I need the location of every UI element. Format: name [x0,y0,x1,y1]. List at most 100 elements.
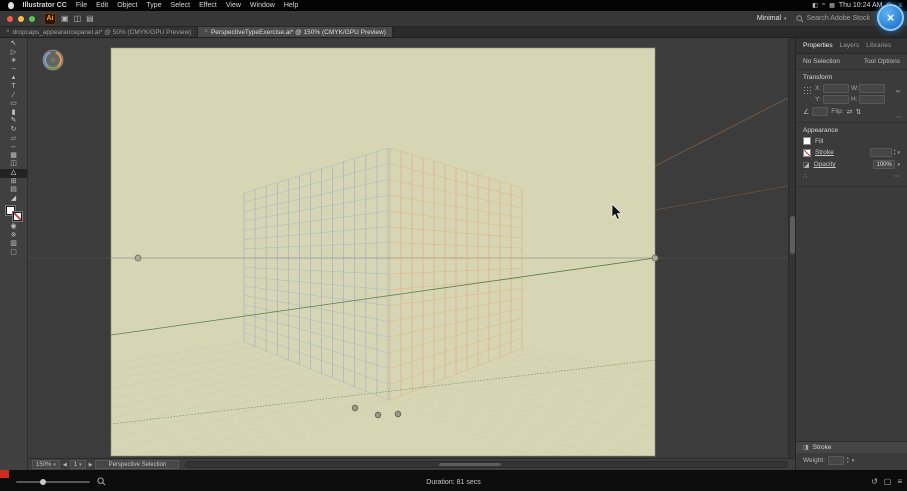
apple-menu-icon[interactable] [8,2,14,9]
appearance-options-icon[interactable]: ∴ [803,172,807,180]
window-zoom-button[interactable] [29,16,35,22]
player-menu-icon[interactable]: ≡ [897,477,902,487]
menubar-status-icon-1[interactable]: ◧ [812,2,818,9]
document-tab-1[interactable]: ×dropcaps_appearancepanel.ai* @ 50% (CMY… [0,27,198,37]
menu-help[interactable]: Help [279,2,302,9]
panel-tab-layers[interactable]: Layers [840,42,860,49]
width-tool[interactable]: ↔ [0,143,27,152]
window-minimize-button[interactable] [18,16,24,22]
appbar-icon-2[interactable]: ◫ [74,14,82,23]
column-graph-tool[interactable]: ▥ [0,240,27,249]
vertical-scroll-thumb[interactable] [790,216,795,254]
appbar-icon-1[interactable]: ▣ [61,14,69,23]
horizontal-scroll-thumb[interactable] [439,463,501,466]
h-field[interactable] [859,95,885,104]
artboard-number-control[interactable]: 1 ▾ [70,460,86,469]
opacity-field[interactable]: 100% [873,160,895,169]
rotate-angle-icon[interactable]: ∠ [803,108,809,116]
stepper-icon[interactable]: ▴▾ [847,457,849,464]
x-field[interactable] [823,84,849,93]
workspace-switcher[interactable]: Minimal ▾ [753,14,791,23]
panel-tab-libraries[interactable]: Libraries [866,42,891,49]
gradient-tool[interactable]: ▤ [0,186,27,195]
magic-wand-tool[interactable]: ∗ [0,57,27,66]
pencil-tool[interactable]: ✎ [0,117,27,126]
link-dimensions-icon[interactable]: ∞ [896,89,900,95]
fill-color-swatch[interactable] [803,137,811,145]
line-segment-tool[interactable]: ∕ [0,92,27,101]
flip-horizontal-icon[interactable]: ⇄ [847,108,853,116]
player-zoom-icon[interactable] [97,477,106,486]
menu-illustrator-cc[interactable]: Illustrator CC [18,2,71,9]
zoom-control[interactable]: 150% ▾ [32,460,60,469]
shape-builder-tool[interactable]: ◫ [0,160,27,169]
menubar-clock[interactable]: Thu 10:24 AM [839,2,883,9]
menu-file[interactable]: File [71,2,91,9]
menu-type[interactable]: Type [142,2,166,9]
selection-tool[interactable]: ↖ [0,40,27,49]
panel-tab-properties[interactable]: Properties [803,42,833,49]
type-tool[interactable]: T [0,83,27,92]
stroke-color-swatch[interactable] [803,149,811,157]
tab-close-icon[interactable]: × [6,29,10,35]
free-transform-tool[interactable]: ▦ [0,152,27,161]
stroke-swatch[interactable] [13,212,22,221]
status-tool-display[interactable]: Perspective Selection [95,460,179,469]
replay-icon[interactable]: ↺ [871,477,878,487]
blend-tool[interactable]: ◉ [0,223,27,232]
flip-vertical-icon[interactable]: ⇅ [855,108,861,116]
rectangle-tool[interactable]: ▭ [0,100,27,109]
menu-window[interactable]: Window [245,2,279,9]
transform-more-options-icon[interactable]: ⋯ [896,114,902,121]
y-field[interactable] [823,95,849,104]
stroke-link[interactable]: Stroke [815,149,834,156]
menubar-status-icon-2[interactable]: ≈ [822,2,825,9]
perspective-selection-tool[interactable]: △ [0,169,27,178]
mesh-tool[interactable]: ⊞ [0,178,27,187]
tool-options-link[interactable]: Tool Options [864,58,900,65]
weight-field[interactable] [828,456,844,465]
paintbrush-tool[interactable]: ▮ [0,109,27,118]
canvas[interactable] [28,38,795,458]
rotate-angle-field[interactable] [812,107,828,116]
chevron-down-icon[interactable]: ▾ [852,458,855,464]
menu-effect[interactable]: Effect [195,2,222,9]
eyedropper-tool[interactable]: ◢ [0,195,27,204]
appbar-icon-3[interactable]: ▤ [86,14,94,23]
pen-tool[interactable]: ▴ [0,74,27,83]
tab-close-icon[interactable]: × [204,29,208,35]
horizontal-scrollbar[interactable] [185,461,788,468]
stock-search[interactable]: Search Adobe Stock [796,15,870,23]
rotate-tool[interactable]: ↻ [0,126,27,135]
chevron-down-icon[interactable]: ▾ [897,162,900,168]
lasso-tool[interactable]: ~ [0,66,27,75]
appearance-more-options-icon[interactable]: ⋯ [894,172,901,180]
next-artboard-button[interactable]: ▶ [89,462,93,468]
opacity-link[interactable]: Opacity [814,161,836,168]
reference-point-locator[interactable] [803,86,812,95]
document-tab-2[interactable]: ×PerspectiveTypeExercise.ai* @ 150% (CMY… [198,27,392,37]
fullscreen-icon[interactable]: ▢ [884,477,892,487]
highlight-close-button[interactable]: × [877,4,904,31]
menu-object[interactable]: Object [113,2,142,9]
playback-slider[interactable] [16,481,90,483]
menubar-status-icon-3[interactable]: ▦ [829,2,835,9]
playback-slider-knob[interactable] [40,479,46,485]
menu-edit[interactable]: Edit [92,2,113,9]
stroke-weight-field[interactable] [870,148,892,157]
scale-tool[interactable]: ▱ [0,135,27,144]
window-close-button[interactable] [7,16,13,22]
menu-view[interactable]: View [221,2,245,9]
w-field[interactable] [859,84,885,93]
artboard-canvas[interactable] [28,38,788,458]
symbol-sprayer-tool[interactable]: ※ [0,232,27,241]
fill-stroke-swatches[interactable] [6,206,22,221]
chevron-down-icon[interactable]: ▾ [897,150,900,156]
vertical-scrollbar[interactable] [788,38,795,458]
direct-selection-tool[interactable]: ▷ [0,49,27,58]
screen-mode-button[interactable]: ▢ [0,249,27,258]
prev-artboard-button[interactable]: ◀ [63,462,67,468]
menu-select[interactable]: Select [166,2,194,9]
stroke-panel-title[interactable]: Stroke [813,444,832,451]
stepper-icon[interactable]: ▴▾ [894,149,896,156]
